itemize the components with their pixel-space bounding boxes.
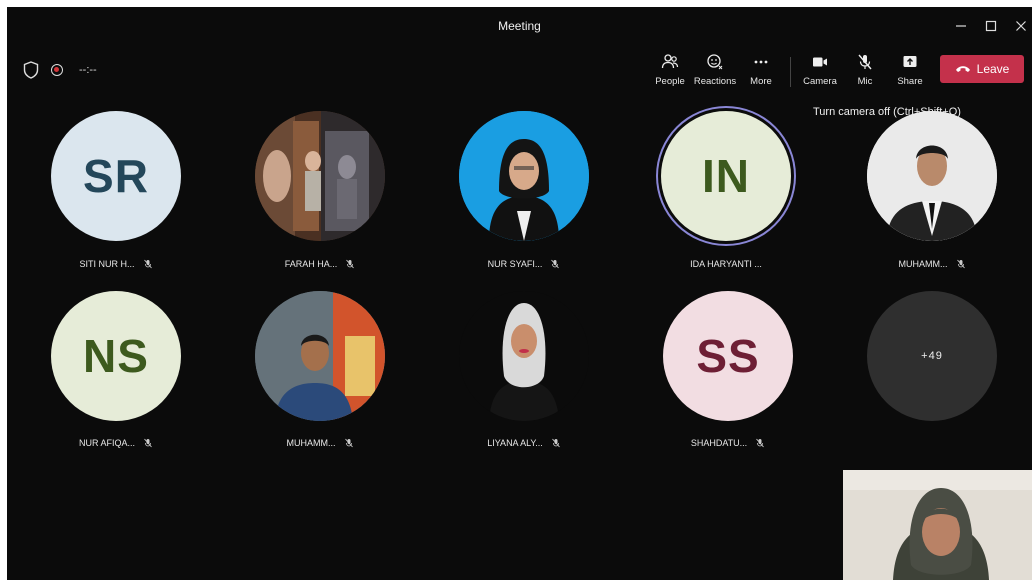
maximize-icon[interactable] xyxy=(977,15,1005,37)
mic-muted-icon xyxy=(143,259,152,269)
participant-photo xyxy=(459,291,589,421)
people-label: People xyxy=(655,76,685,87)
self-video-preview[interactable] xyxy=(843,470,1032,580)
participant-photo-avatar[interactable] xyxy=(867,111,997,241)
more-participants-button[interactable]: +49 xyxy=(867,291,997,421)
close-icon[interactable] xyxy=(1007,15,1032,37)
share-icon xyxy=(903,56,917,67)
more-icon xyxy=(754,60,768,64)
participant-avatar-initials[interactable]: SS xyxy=(663,291,793,421)
self-video-image xyxy=(843,470,1032,580)
recording-icon xyxy=(51,64,63,76)
participant-photo-avatar[interactable] xyxy=(459,291,589,421)
mic-button[interactable]: Mic xyxy=(843,51,887,93)
people-button[interactable]: People xyxy=(648,51,692,93)
reactions-button[interactable]: Reactions xyxy=(693,51,737,93)
mic-muted-icon xyxy=(144,438,152,448)
participant-name: IDA HARYANTI ... xyxy=(690,259,762,269)
window-title: Meeting xyxy=(498,19,541,33)
participant-name: SITI NUR H... xyxy=(41,259,191,269)
participant-photo-avatar[interactable] xyxy=(255,291,385,421)
toolbar-divider xyxy=(790,57,791,87)
participant-name: NUR SYAFI... xyxy=(449,259,599,269)
shield-icon[interactable] xyxy=(23,61,39,79)
leave-button[interactable]: Leave xyxy=(940,55,1024,83)
camera-icon xyxy=(813,57,827,67)
participant-avatar-initials[interactable]: NS xyxy=(51,291,181,421)
mic-muted-icon xyxy=(551,438,560,448)
camera-button[interactable]: Camera xyxy=(798,51,842,93)
participant-name: SHAHDATU... xyxy=(653,438,803,448)
leave-label: Leave xyxy=(976,62,1010,76)
participant-name: MUHAMM... xyxy=(857,259,1007,269)
mic-off-icon xyxy=(858,54,872,70)
reactions-icon xyxy=(707,54,723,70)
participant-avatar-initials[interactable]: SR xyxy=(51,111,181,241)
people-icon xyxy=(661,54,679,69)
more-button[interactable]: More xyxy=(739,51,783,93)
participant-photo xyxy=(255,291,385,421)
meeting-timer: --:-- xyxy=(79,64,97,76)
participant-name: MUHAMM... xyxy=(245,438,395,448)
participant-photo xyxy=(459,111,589,241)
mic-muted-icon xyxy=(346,259,355,269)
participant-photo-avatar[interactable] xyxy=(459,111,589,241)
mic-label: Mic xyxy=(857,76,873,87)
share-label: Share xyxy=(897,76,923,87)
reactions-label: Reactions xyxy=(693,76,737,87)
participant-photo xyxy=(867,111,997,241)
mic-muted-icon xyxy=(756,438,765,448)
meeting-window: Meeting --:-- People Reactions More Came… xyxy=(7,7,1032,580)
more-label: More xyxy=(750,76,772,87)
participant-name: LIYANA ALY... xyxy=(449,438,599,448)
mic-muted-icon xyxy=(551,259,560,269)
participant-name: NUR AFIQA... xyxy=(41,438,191,448)
participant-photo-avatar[interactable] xyxy=(255,111,385,241)
title-bar: Meeting xyxy=(7,7,1032,47)
participant-photo xyxy=(255,111,385,241)
participant-avatar-initials-speaking[interactable]: IN xyxy=(661,111,791,241)
participant-name: FARAH HA... xyxy=(245,259,395,269)
camera-label: Camera xyxy=(803,76,837,87)
minimize-icon[interactable] xyxy=(947,15,975,37)
mic-muted-icon xyxy=(956,259,965,269)
mic-muted-icon xyxy=(344,438,353,448)
share-button[interactable]: Share xyxy=(888,51,932,93)
phone-hangup-icon xyxy=(955,66,970,72)
